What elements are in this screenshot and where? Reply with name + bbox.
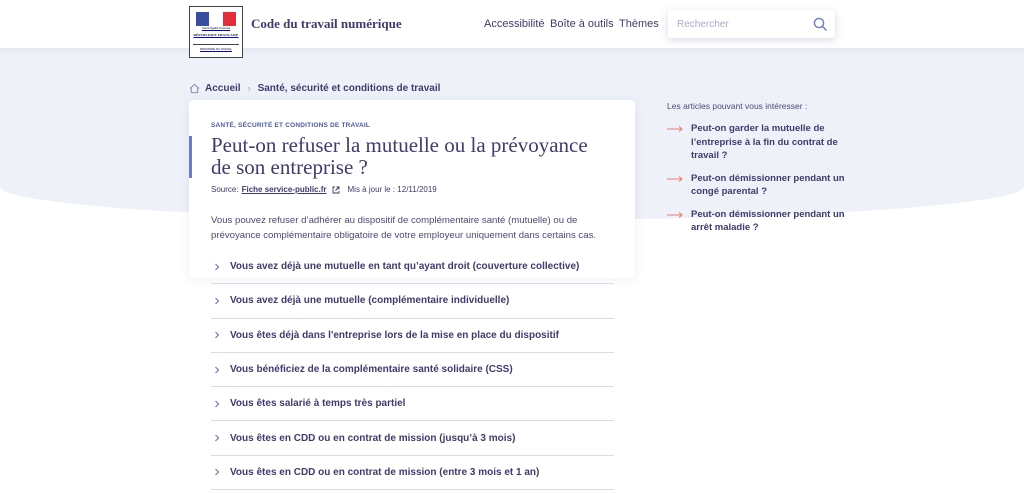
french-flag-icon	[196, 12, 236, 26]
search-icon[interactable]	[813, 17, 827, 31]
arrow-right-icon	[667, 175, 683, 182]
logo-text: RÉPUBLIQUE FRANÇAISE	[193, 33, 239, 37]
accordion-item[interactable]: Vous êtes en CDD ou en contrat de missio…	[211, 456, 614, 491]
breadcrumb-current-link[interactable]: Santé, sécurité et conditions de travail	[258, 83, 441, 94]
search-input[interactable]	[677, 17, 807, 31]
chevron-right-icon	[215, 297, 220, 305]
accordion-item-label: Vous bénéficiez de la complémentaire san…	[230, 364, 513, 376]
chevron-right-icon	[215, 468, 220, 476]
chevron-right-icon	[215, 434, 220, 442]
related-article-link[interactable]: Peut-on garder la mutuelle de l’entrepri…	[691, 122, 847, 163]
updated-date: Mis à jour le : 12/11/2019	[347, 185, 437, 194]
related-article: Peut-on démissionner pendant un congé pa…	[667, 172, 847, 199]
title-accent-bar	[189, 136, 192, 178]
related-article: Peut-on garder la mutuelle de l’entrepri…	[667, 122, 847, 163]
accordion-item[interactable]: Vous bénéficiez de la complémentaire san…	[211, 353, 614, 388]
accordion-item-label: Vous êtes en CDD ou en contrat de missio…	[230, 466, 540, 478]
arrow-right-icon	[667, 211, 683, 218]
site-header: Code du travail numérique Accessibilité …	[0, 0, 1024, 48]
chevron-right-icon	[215, 331, 220, 339]
accordion-item[interactable]: Vous avez déjà une mutuelle en tant qu’a…	[211, 250, 614, 285]
page-title: Peut-on refuser la mutuelle ou la prévoy…	[211, 133, 588, 179]
home-icon	[189, 83, 200, 93]
accordion-item[interactable]: Vous avez déjà une mutuelle (complémenta…	[211, 284, 614, 319]
search-box	[668, 10, 835, 38]
related-article-link[interactable]: Peut-on démissionner pendant un congé pa…	[691, 172, 847, 199]
chevron-right-icon	[215, 263, 220, 271]
accordion-item-label: Vous êtes en CDD ou en contrat de missio…	[230, 432, 516, 444]
breadcrumb: Accueil › Santé, sécurité et conditions …	[189, 81, 440, 95]
accordion-item-label: Vous avez déjà une mutuelle (complémenta…	[230, 295, 510, 307]
chevron-right-icon	[215, 400, 220, 408]
breadcrumb-chevron-icon: ›	[247, 83, 251, 93]
accordion-item-label: Vous avez déjà une mutuelle en tant qu’a…	[230, 261, 580, 273]
nav-link-toolbox[interactable]: Boîte à outils	[550, 18, 614, 30]
nav-link-accessibility[interactable]: Accessibilité	[484, 18, 545, 30]
external-link-icon	[332, 186, 339, 193]
source-link[interactable]: Fiche service-public.fr	[242, 185, 327, 194]
accordion-item[interactable]: Vous êtes salarié à temps très partiel	[211, 387, 614, 422]
logo-motto: Liberté Égalité Fraternité	[201, 27, 231, 30]
related-articles-title: Les articles pouvant vous intéresser :	[667, 101, 808, 111]
accordion-item-label: Vous êtes salarié à temps très partiel	[230, 398, 406, 410]
logo-ministry: MINISTÈRE DU TRAVAIL	[193, 44, 239, 51]
arrow-right-icon	[667, 126, 683, 132]
site-title-link[interactable]: Code du travail numérique	[251, 16, 402, 32]
accordion-item[interactable]: Vous êtes déjà dans l'entreprise lors de…	[211, 319, 614, 353]
breadcrumb-home-link[interactable]: Accueil	[205, 83, 241, 94]
related-article-link[interactable]: Peut-on démissionner pendant un arrêt ma…	[691, 208, 847, 235]
republique-francaise-logo[interactable]: Liberté Égalité Fraternité RÉPUBLIQUE FR…	[189, 6, 243, 58]
accordion-item-label: Vous êtes déjà dans l'entreprise lors de…	[230, 329, 559, 341]
chevron-right-icon	[215, 366, 220, 373]
nav-link-themes[interactable]: Thèmes	[619, 18, 659, 30]
accordion: Vous avez déjà une mutuelle en tant qu’a…	[211, 250, 614, 491]
accordion-item[interactable]: Vous êtes en CDD ou en contrat de missio…	[211, 421, 614, 456]
article-meta: Source: Fiche service-public.fr Mis à jo…	[211, 185, 437, 194]
related-articles-list: Peut-on garder la mutuelle de l’entrepri…	[667, 122, 847, 244]
source-label: Source:	[211, 185, 239, 194]
article-category: SANTÉ, SÉCURITÉ ET CONDITIONS DE TRAVAIL	[211, 122, 371, 129]
related-article: Peut-on démissionner pendant un arrêt ma…	[667, 208, 847, 235]
article-intro: Vous pouvez refuser d’adhérer au disposi…	[211, 215, 597, 241]
